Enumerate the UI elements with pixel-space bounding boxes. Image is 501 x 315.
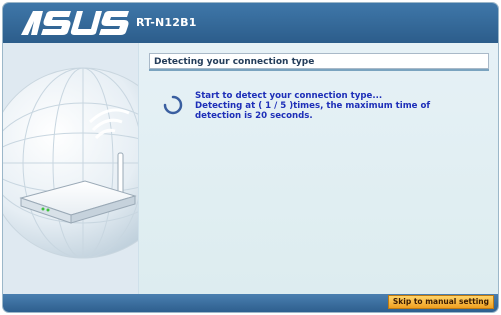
content-panel: Detecting your connection type Start to …	[139, 43, 498, 312]
model-name: RT-N12B1	[136, 16, 197, 29]
skip-to-manual-setting-button[interactable]: Skip to manual setting	[387, 295, 494, 309]
detection-line-2: Detecting at ( 1 / 5 )times, the maximum…	[195, 101, 431, 111]
router-illustration-panel	[3, 43, 138, 312]
asus-logo	[21, 11, 129, 35]
detection-line-1: Start to detect your connection type...	[195, 91, 383, 101]
detection-line-3: detection is 20 seconds.	[195, 111, 313, 121]
detection-status: Start to detect your connection type... …	[195, 91, 455, 121]
footer-bar: Skip to manual setting	[3, 294, 498, 312]
setup-window: RT-N12B1 Detecting your connection type …	[3, 3, 498, 312]
router-illustration-icon	[3, 67, 138, 259]
loading-spinner-icon	[163, 95, 183, 115]
section-title: Detecting your connection type	[149, 53, 489, 69]
title-underline	[149, 69, 489, 71]
header-bar: RT-N12B1	[3, 3, 498, 43]
